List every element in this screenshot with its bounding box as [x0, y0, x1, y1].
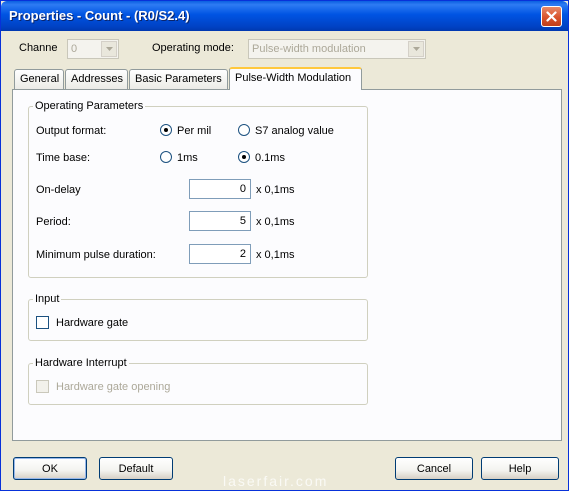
minimum-pulse-duration-value: 2: [239, 248, 246, 260]
period-input[interactable]: 5: [189, 211, 251, 231]
operating-mode-select[interactable]: Pulse-width modulation: [248, 39, 426, 59]
default-button-label: Default: [118, 462, 154, 475]
output-format-label: Output format:: [36, 125, 107, 137]
cancel-button[interactable]: Cancel: [395, 457, 473, 480]
tab-basic-parameters-label: Basic Parameters: [135, 73, 222, 85]
tab-addresses-label: Addresses: [71, 73, 123, 85]
default-button[interactable]: Default: [99, 457, 173, 480]
help-button-label: Help: [508, 462, 532, 475]
chevron-down-icon: [408, 41, 424, 57]
cancel-button-label: Cancel: [416, 462, 452, 475]
period-unit: x 0,1ms: [256, 216, 295, 228]
hardware-interrupt-title: Hardware Interrupt: [35, 357, 127, 369]
close-button[interactable]: [541, 6, 562, 27]
time-base-0-1ms-label[interactable]: 0.1ms: [255, 152, 285, 164]
time-base-label: Time base:: [36, 152, 91, 164]
minimum-pulse-duration-label: Minimum pulse duration:: [36, 249, 156, 261]
time-base-0-1ms-radio[interactable]: [238, 151, 250, 163]
time-base-1ms-radio[interactable]: [160, 151, 172, 163]
tab-addresses[interactable]: Addresses: [65, 69, 128, 89]
per-mil-radio[interactable]: [160, 124, 172, 136]
hardware-gate-opening-label: Hardware gate opening: [56, 381, 171, 393]
minimum-pulse-duration-unit: x 0,1ms: [256, 249, 295, 261]
properties-dialog: Properties - Count - (R0/S2.4) Channe 0 …: [0, 0, 569, 491]
help-button[interactable]: Help: [481, 457, 559, 480]
period-label: Period:: [36, 216, 71, 228]
channel-label: Channe: [19, 42, 58, 54]
period-value: 5: [239, 215, 246, 227]
channel-select[interactable]: 0: [67, 39, 119, 59]
tab-basic-parameters[interactable]: Basic Parameters: [129, 69, 228, 89]
channel-value: 0: [71, 43, 78, 55]
s7-analog-value-radio[interactable]: [238, 124, 250, 136]
chevron-down-icon: [101, 41, 117, 57]
on-delay-unit: x 0,1ms: [256, 184, 295, 196]
title-bar[interactable]: Properties - Count - (R0/S2.4): [1, 1, 568, 31]
window-title: Properties - Count - (R0/S2.4): [9, 8, 190, 23]
operating-parameters-title: Operating Parameters: [35, 100, 144, 112]
minimum-pulse-duration-input[interactable]: 2: [189, 244, 251, 264]
on-delay-label: On-delay: [36, 184, 81, 196]
input-title: Input: [35, 293, 60, 305]
tab-pwm-label: Pulse-Width Modulation: [235, 72, 352, 84]
watermark: laserfair.com: [223, 473, 329, 489]
operating-mode-label: Operating mode:: [152, 42, 234, 54]
ok-button-label: OK: [42, 462, 58, 475]
tab-pulse-width-modulation[interactable]: Pulse-Width Modulation: [229, 67, 362, 90]
ok-button[interactable]: OK: [13, 457, 87, 480]
s7-analog-value-label[interactable]: S7 analog value: [255, 125, 334, 137]
per-mil-label[interactable]: Per mil: [177, 125, 211, 137]
tab-general-label: General: [20, 73, 60, 85]
close-icon: [546, 11, 557, 22]
operating-mode-value: Pulse-width modulation: [252, 43, 366, 55]
hardware-gate-checkbox[interactable]: [36, 316, 49, 329]
tab-general[interactable]: General: [14, 69, 64, 89]
hardware-gate-opening-checkbox[interactable]: [36, 380, 49, 393]
hardware-gate-label[interactable]: Hardware gate: [56, 317, 128, 329]
time-base-1ms-label[interactable]: 1ms: [177, 152, 198, 164]
on-delay-value: 0: [239, 183, 246, 195]
on-delay-input[interactable]: 0: [189, 179, 251, 199]
